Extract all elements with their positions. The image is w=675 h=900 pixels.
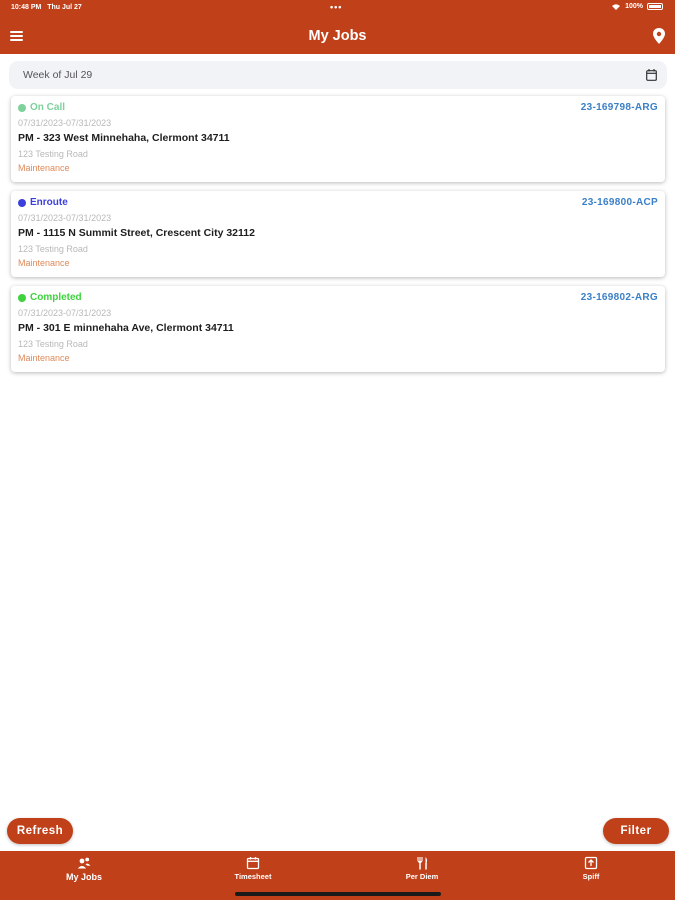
job-status-label: Completed <box>30 292 82 303</box>
job-dates: 07/31/2023-07/31/2023 <box>18 308 112 318</box>
job-road: 123 Testing Road <box>18 244 88 254</box>
job-dates: 07/31/2023-07/31/2023 <box>18 213 112 223</box>
status-bar: 10:48 PM Thu Jul 27 ••• 100% <box>0 0 675 16</box>
job-card[interactable]: On Call 23-169798-ARG 07/31/2023-07/31/2… <box>11 96 665 182</box>
people-icon <box>77 857 91 869</box>
job-id: 23-169800-ACP <box>581 197 658 208</box>
home-indicator <box>235 892 441 896</box>
week-picker[interactable]: Week of Jul 29 <box>9 61 667 89</box>
job-type: Maintenance <box>18 353 70 363</box>
tab-label: Timesheet <box>234 872 272 881</box>
multitasking-dots-icon[interactable]: ••• <box>330 2 342 12</box>
tab-my-jobs[interactable]: My Jobs <box>0 851 168 891</box>
job-road: 123 Testing Road <box>18 339 88 349</box>
wifi-icon <box>612 4 621 10</box>
filter-button[interactable]: Filter <box>603 818 669 844</box>
job-status: Enroute <box>18 197 68 208</box>
location-pin-icon[interactable] <box>652 28 666 44</box>
tab-label: Per Diem <box>405 872 439 881</box>
job-card[interactable]: Completed 23-169802-ARG 07/31/2023-07/31… <box>11 286 665 372</box>
tab-label: My Jobs <box>65 872 102 882</box>
job-status-label: On Call <box>30 102 66 113</box>
status-indicators: 100% <box>611 3 663 10</box>
status-dot <box>18 103 26 112</box>
calendar-icon <box>646 69 657 81</box>
job-id: 23-169798-ARG <box>580 102 658 113</box>
fork-knife-icon <box>417 857 428 870</box>
status-date: Thu Jul 27 <box>47 4 82 11</box>
refresh-button[interactable]: Refresh <box>7 818 73 844</box>
job-road: 123 Testing Road <box>18 149 88 159</box>
tab-per-diem[interactable]: Per Diem <box>338 851 506 891</box>
status-time: 10:48 PM Thu Jul 27 <box>11 4 82 11</box>
spiff-icon <box>584 856 598 870</box>
job-status: On Call <box>18 102 65 113</box>
job-type: Maintenance <box>18 163 70 173</box>
job-address: PM - 323 West Minnehaha, Clermont 34711 <box>18 132 230 144</box>
battery-percent: 100% <box>625 3 643 10</box>
job-address: PM - 1115 N Summit Street, Crescent City… <box>18 227 255 239</box>
calendar-icon <box>246 857 260 870</box>
job-type: Maintenance <box>18 258 70 268</box>
job-address: PM - 301 E minnehaha Ave, Clermont 34711 <box>18 322 234 334</box>
status-dot <box>18 198 26 207</box>
app: 10:48 PM Thu Jul 27 ••• 100% My Jobs Wee… <box>0 0 675 900</box>
job-status: Completed <box>18 292 82 303</box>
tab-label: Spiff <box>582 872 600 881</box>
week-label: Week of Jul 29 <box>23 69 93 81</box>
battery-icon <box>647 3 663 10</box>
status-dot <box>18 293 26 302</box>
job-card[interactable]: Enroute 23-169800-ACP 07/31/2023-07/31/2… <box>11 191 665 277</box>
job-status-label: Enroute <box>30 197 68 208</box>
page-title: My Jobs <box>308 28 367 44</box>
job-id: 23-169802-ARG <box>580 292 658 303</box>
header: 10:48 PM Thu Jul 27 ••• 100% My Jobs <box>0 0 675 54</box>
tab-timesheet[interactable]: Timesheet <box>169 851 337 891</box>
job-dates: 07/31/2023-07/31/2023 <box>18 118 112 128</box>
tab-spiff[interactable]: Spiff <box>507 851 675 891</box>
